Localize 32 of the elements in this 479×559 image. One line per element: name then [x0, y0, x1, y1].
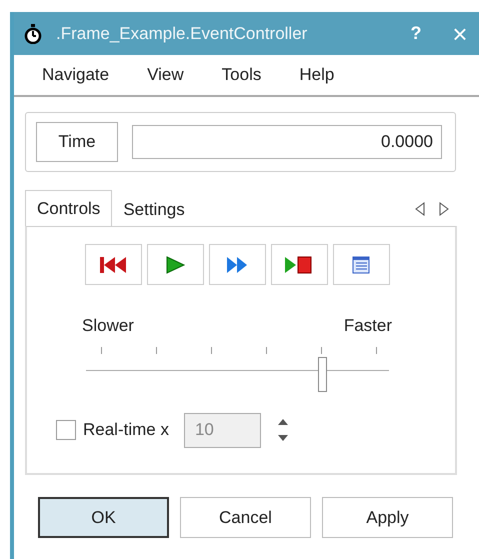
tab[interactable]: Controls — [25, 190, 112, 226]
rewind-icon — [99, 254, 127, 274]
time-button[interactable]: Time — [36, 122, 118, 162]
menu-item[interactable]: Navigate — [42, 62, 110, 88]
speed-slider[interactable] — [86, 344, 388, 392]
tab[interactable]: Settings — [112, 194, 196, 226]
menu-item[interactable]: Tools — [222, 62, 262, 88]
faster-label: Faster — [344, 315, 392, 337]
spin-arrows-icon[interactable] — [276, 417, 289, 443]
window-title: .Frame_Example.EventController — [56, 22, 308, 45]
time-field[interactable]: 0.0000 — [132, 125, 442, 159]
dialog-button[interactable]: OK — [38, 497, 169, 538]
play-icon — [164, 254, 186, 274]
slider-thumb[interactable] — [318, 356, 327, 392]
scroll-left-icon[interactable] — [415, 202, 425, 216]
stopwatch-icon — [24, 24, 42, 44]
fast-forward-button[interactable] — [208, 244, 266, 285]
play-button[interactable] — [146, 244, 204, 285]
scroll-right-icon[interactable] — [439, 202, 449, 216]
realtime-checkbox[interactable] — [56, 420, 76, 440]
slower-label: Slower — [82, 315, 134, 337]
menu-item[interactable]: View — [147, 62, 184, 88]
dialog-button[interactable]: Apply — [322, 497, 453, 538]
list-icon — [352, 256, 370, 274]
fast-forward-icon — [225, 254, 249, 274]
rewind-button[interactable] — [84, 244, 142, 285]
list-button[interactable] — [332, 244, 390, 285]
realtime-label: Real-time x — [83, 419, 169, 442]
play-stop-button[interactable] — [270, 244, 328, 285]
play-stop-icon — [284, 254, 314, 274]
menu-item[interactable]: Help — [299, 62, 334, 88]
dialog-button[interactable]: Cancel — [180, 497, 311, 538]
